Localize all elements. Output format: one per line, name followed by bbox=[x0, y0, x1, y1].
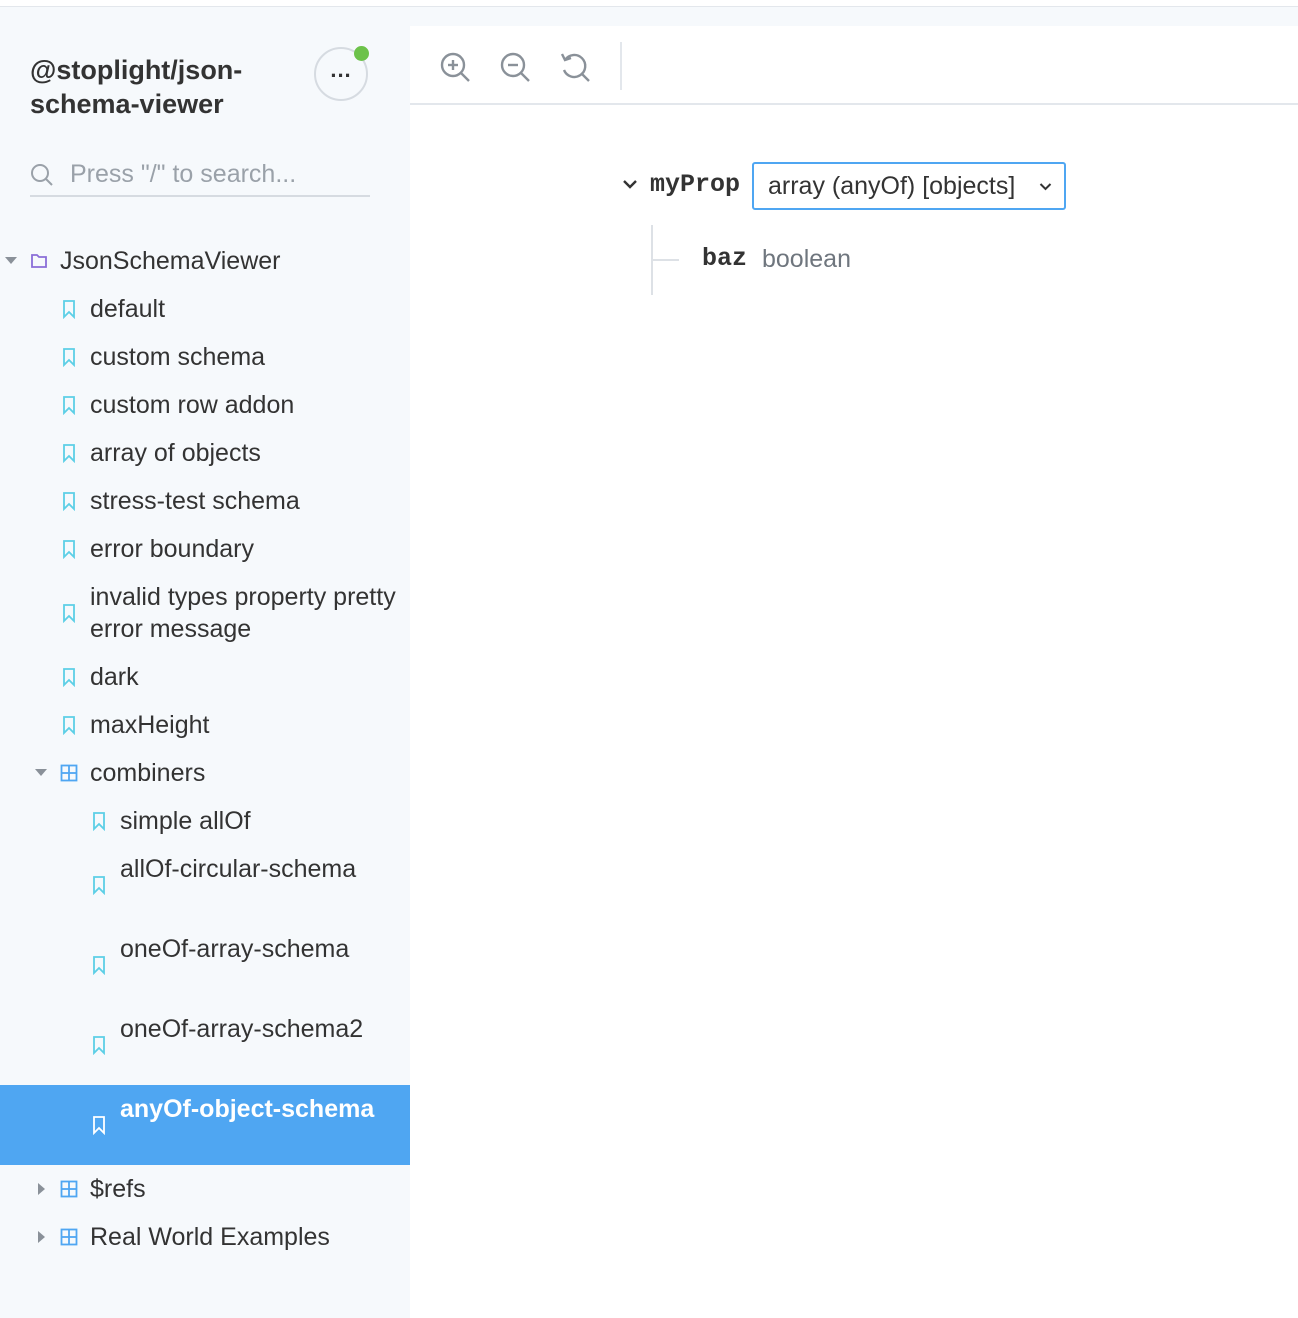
sidebar-item-label: default bbox=[90, 295, 166, 323]
component-icon bbox=[60, 1228, 78, 1246]
search-icon bbox=[31, 164, 53, 186]
sidebar-item-label: stress-test schema bbox=[90, 487, 300, 515]
bookmark-icon bbox=[93, 812, 105, 831]
sidebar-item-label: dark bbox=[90, 663, 139, 691]
ellipsis-icon: ... bbox=[330, 57, 352, 82]
component-icon bbox=[60, 1180, 78, 1198]
child-property-name: baz bbox=[702, 244, 748, 273]
bookmark-icon bbox=[93, 876, 105, 895]
sidebar-item[interactable]: combiners bbox=[0, 749, 410, 797]
sidebar-item-label: JsonSchemaViewer bbox=[60, 247, 281, 275]
sidebar-item-label: error boundary bbox=[90, 535, 254, 563]
search-input[interactable] bbox=[70, 155, 365, 193]
child-property-type: boolean bbox=[762, 245, 851, 273]
sidebar-item[interactable]: stress-test schema bbox=[0, 477, 410, 525]
sidebar-item-label: combiners bbox=[90, 759, 206, 787]
sidebar-item[interactable]: maxHeight bbox=[0, 701, 410, 749]
bookmark-icon bbox=[93, 956, 105, 975]
sidebar-item[interactable]: JsonSchemaViewer bbox=[0, 237, 410, 285]
sidebar-item-label: custom schema bbox=[90, 343, 266, 371]
sidebar-item[interactable]: array of objects bbox=[0, 429, 410, 477]
sidebar-item[interactable]: allOf-circular-schema bbox=[0, 845, 410, 925]
sidebar-item-label: maxHeight bbox=[90, 711, 210, 739]
sidebar-item[interactable]: invalid types property pretty error mess… bbox=[0, 573, 410, 653]
sidebar-item-label: simple allOf bbox=[120, 807, 251, 835]
bookmark-icon bbox=[63, 540, 75, 559]
sidebar-item-label: Real World Examples bbox=[90, 1223, 330, 1251]
main-panel: myProp array (anyOf) [objects] baz boole… bbox=[410, 26, 1298, 1318]
property-name: myProp bbox=[650, 170, 741, 199]
caret-down-icon[interactable] bbox=[5, 257, 17, 264]
sidebar-item-label: custom row addon bbox=[90, 391, 295, 419]
sidebar-item-label: oneOf-array-schema2 bbox=[120, 1015, 364, 1043]
sidebar-item-label: allOf-circular-schema bbox=[120, 855, 357, 883]
sidebar-item[interactable]: oneOf-array-schema2 bbox=[0, 1005, 410, 1085]
bookmark-icon bbox=[63, 604, 75, 623]
bookmark-icon bbox=[63, 492, 75, 511]
sidebar-item-label: anyOf-object-schema bbox=[120, 1095, 375, 1123]
sidebar-item[interactable]: Real World Examples bbox=[0, 1213, 410, 1261]
bookmark-icon bbox=[63, 444, 75, 463]
top-border bbox=[0, 0, 1298, 7]
bookmark-icon bbox=[63, 716, 75, 735]
type-select[interactable]: array (anyOf) [objects] bbox=[752, 162, 1066, 210]
folder-icon bbox=[31, 254, 47, 268]
bookmark-icon bbox=[63, 396, 75, 415]
bookmark-icon bbox=[93, 1036, 105, 1055]
brand-title[interactable]: @stoplight/json-schema-viewer bbox=[30, 53, 300, 121]
sidebar-item-label: oneOf-array-schema bbox=[120, 935, 350, 963]
status-indicator bbox=[354, 46, 369, 61]
caret-down-icon[interactable] bbox=[35, 769, 47, 776]
sidebar-item-label: $refs bbox=[90, 1175, 146, 1203]
component-icon bbox=[60, 764, 78, 782]
sidebar-item[interactable]: simple allOf bbox=[0, 797, 410, 845]
sidebar-item-label: array of objects bbox=[90, 439, 261, 467]
chevron-down-icon[interactable] bbox=[622, 178, 638, 190]
zoom-out-icon[interactable] bbox=[498, 50, 532, 84]
caret-right-icon[interactable] bbox=[38, 1183, 45, 1195]
caret-right-icon[interactable] bbox=[38, 1231, 45, 1243]
reset-zoom-icon[interactable] bbox=[558, 50, 592, 84]
bookmark-icon bbox=[93, 1116, 105, 1135]
sidebar-item[interactable]: anyOf-object-schema bbox=[0, 1085, 410, 1165]
sidebar-item[interactable]: default bbox=[0, 285, 410, 333]
bookmark-icon bbox=[63, 300, 75, 319]
search-box bbox=[30, 155, 370, 197]
sidebar-item-label: invalid types property pretty error mess… bbox=[90, 583, 396, 643]
type-select-value: array (anyOf) [objects] bbox=[768, 172, 1016, 200]
bookmark-icon bbox=[63, 668, 75, 687]
chevron-down-icon bbox=[1039, 183, 1052, 191]
zoom-in-icon[interactable] bbox=[438, 50, 472, 84]
sidebar-item[interactable]: oneOf-array-schema bbox=[0, 925, 410, 1005]
sidebar-item[interactable]: custom schema bbox=[0, 333, 410, 381]
sidebar-item[interactable]: error boundary bbox=[0, 525, 410, 573]
tree-connector bbox=[651, 259, 679, 261]
sidebar-item[interactable]: $refs bbox=[0, 1165, 410, 1213]
sidebar-item[interactable]: custom row addon bbox=[0, 381, 410, 429]
sidebar: @stoplight/json-schema-viewer ... JsonSc… bbox=[0, 7, 410, 1318]
sidebar-item[interactable]: dark bbox=[0, 653, 410, 701]
toolbar-separator bbox=[620, 42, 622, 90]
bookmark-icon bbox=[63, 348, 75, 367]
toolbar bbox=[410, 26, 1298, 105]
